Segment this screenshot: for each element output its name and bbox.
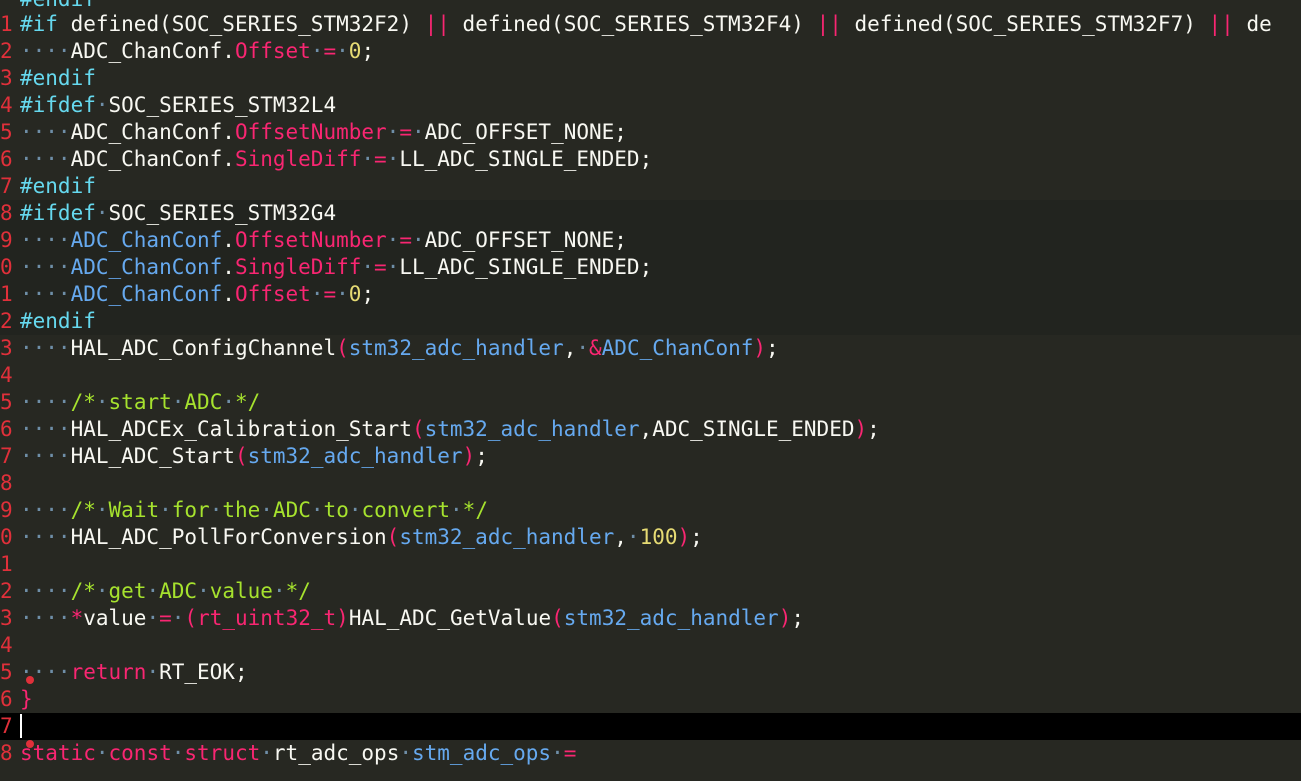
code-text: ····/*·start·ADC·*/ [20, 390, 261, 414]
code-line[interactable]: 1 [0, 551, 1301, 578]
code-line[interactable]: 7 #endif [0, 173, 1301, 200]
code-text: ····*value·=·(rt_uint32_t)HAL_ADC_GetVal… [20, 606, 805, 630]
line-number: 2 [0, 309, 12, 333]
code-text: ····ADC_ChanConf.Offset·=·0; [20, 282, 375, 306]
code-text: ····ADC_ChanConf.SingleDiff·=·LL_ADC_SIN… [20, 255, 653, 279]
breakpoint-marker-icon[interactable] [26, 676, 34, 684]
code-text: ····HAL_ADCEx_Calibration_Start(stm32_ad… [20, 417, 880, 441]
line-number: 4 [0, 93, 12, 117]
code-line[interactable]: 1 ····ADC_ChanConf.Offset·=·0; [0, 281, 1301, 308]
line-number: 4 [0, 363, 12, 387]
code-text: ····ADC_ChanConf.OffsetNumber·=·ADC_OFFS… [20, 228, 627, 252]
code-line[interactable]: 9 ····ADC_ChanConf.OffsetNumber·=·ADC_OF… [0, 227, 1301, 254]
code-line[interactable]: 3 ····*value·=·(rt_uint32_t)HAL_ADC_GetV… [0, 605, 1301, 632]
code-text: ····ADC_ChanConf.OffsetNumber·=·ADC_OFFS… [20, 120, 627, 144]
line-number: 2 [0, 39, 12, 63]
code-line[interactable]: 5 ····return·RT_EOK; [0, 659, 1301, 686]
code-line[interactable]: 8 [0, 470, 1301, 497]
line-number: 3 [0, 336, 12, 360]
code-line[interactable]: 9 ····/*·Wait·for·the·ADC·to·convert·*/ [0, 497, 1301, 524]
line-number: 6 [0, 417, 12, 441]
line-number: 6 [0, 687, 12, 711]
code-text: ····HAL_ADC_Start(stm32_adc_handler); [20, 444, 488, 468]
line-number: 3 [0, 66, 12, 90]
code-line[interactable]: 6 } [0, 686, 1301, 713]
code-text: ····HAL_ADC_PollForConversion(stm32_adc_… [20, 525, 703, 549]
code-text: #if defined(SOC_SERIES_STM32F2) || defin… [20, 12, 1272, 36]
code-line[interactable]: 3 #endif [0, 65, 1301, 92]
line-number: 7 [0, 174, 12, 198]
line-number: 1 [0, 12, 12, 36]
code-editor[interactable]: #endif 1 #if defined(SOC_SERIES_STM32F2)… [0, 0, 1301, 781]
line-number: 8 [0, 471, 12, 495]
code-text: ····/*·get·ADC·value·*/ [20, 579, 311, 603]
line-number: 9 [0, 228, 12, 252]
code-line[interactable]: 3 ····HAL_ADC_ConfigChannel(stm32_adc_ha… [0, 335, 1301, 362]
line-number: 5 [0, 120, 12, 144]
code-line[interactable]: 1 #if defined(SOC_SERIES_STM32F2) || def… [0, 11, 1301, 38]
line-number: 7 [0, 444, 12, 468]
line-number: 5 [0, 390, 12, 414]
line-number: 1 [0, 282, 12, 306]
code-text: ····ADC_ChanConf.Offset·=·0; [20, 39, 375, 63]
line-number: 3 [0, 606, 12, 630]
text-cursor [20, 714, 22, 738]
code-line[interactable]: 4 [0, 632, 1301, 659]
line-number: 0 [0, 255, 12, 279]
code-text: #endif [20, 174, 96, 198]
code-text: } [20, 687, 33, 711]
code-text: ····/*·Wait·for·the·ADC·to·convert·*/ [20, 498, 488, 522]
code-line[interactable]: 0 ····HAL_ADC_PollForConversion(stm32_ad… [0, 524, 1301, 551]
line-number: 7 [0, 714, 12, 738]
code-text: ····HAL_ADC_ConfigChannel(stm32_adc_hand… [20, 336, 779, 360]
code-line[interactable]: 6 ····HAL_ADCEx_Calibration_Start(stm32_… [0, 416, 1301, 443]
code-line[interactable]: 6 ····ADC_ChanConf.SingleDiff·=·LL_ADC_S… [0, 146, 1301, 173]
code-line[interactable]: 0 ····ADC_ChanConf.SingleDiff·=·LL_ADC_S… [0, 254, 1301, 281]
code-line[interactable]: 8 static·const·struct·rt_adc_ops·stm_adc… [0, 740, 1301, 767]
code-line[interactable]: 2 #endif [0, 308, 1301, 335]
line-number: 5 [0, 660, 12, 684]
code-line[interactable]: 2 ····/*·get·ADC·value·*/ [0, 578, 1301, 605]
line-number: 4 [0, 633, 12, 657]
code-text: #endif [20, 66, 96, 90]
code-text: static·const·struct·rt_adc_ops·stm_adc_o… [20, 741, 577, 765]
current-line[interactable]: 7 [0, 713, 1301, 740]
line-number: 0 [0, 525, 12, 549]
line-number: 6 [0, 147, 12, 171]
code-line[interactable]: 4 [0, 362, 1301, 389]
code-line[interactable]: 8 #ifdef·SOC_SERIES_STM32G4 [0, 200, 1301, 227]
code-text: ····return·RT_EOK; [20, 660, 248, 684]
line-number: 9 [0, 498, 12, 522]
line-number: 1 [0, 552, 12, 576]
code-text: #endif [20, 309, 96, 333]
code-text: #ifdef·SOC_SERIES_STM32L4 [20, 93, 337, 117]
code-text: #ifdef·SOC_SERIES_STM32G4 [20, 201, 337, 225]
code-text: ····ADC_ChanConf.SingleDiff·=·LL_ADC_SIN… [20, 147, 653, 171]
breakpoint-marker-icon[interactable] [26, 740, 34, 748]
code-line[interactable]: 7 ····HAL_ADC_Start(stm32_adc_handler); [0, 443, 1301, 470]
line-number: 8 [0, 741, 12, 765]
code-line[interactable]: 2 ····ADC_ChanConf.Offset·=·0; [0, 38, 1301, 65]
code-line[interactable]: 5 ····/*·start·ADC·*/ [0, 389, 1301, 416]
line-number: 8 [0, 201, 12, 225]
code-line[interactable]: 4 #ifdef·SOC_SERIES_STM32L4 [0, 92, 1301, 119]
code-line[interactable]: 5 ····ADC_ChanConf.OffsetNumber·=·ADC_OF… [0, 119, 1301, 146]
line-number: 2 [0, 579, 12, 603]
